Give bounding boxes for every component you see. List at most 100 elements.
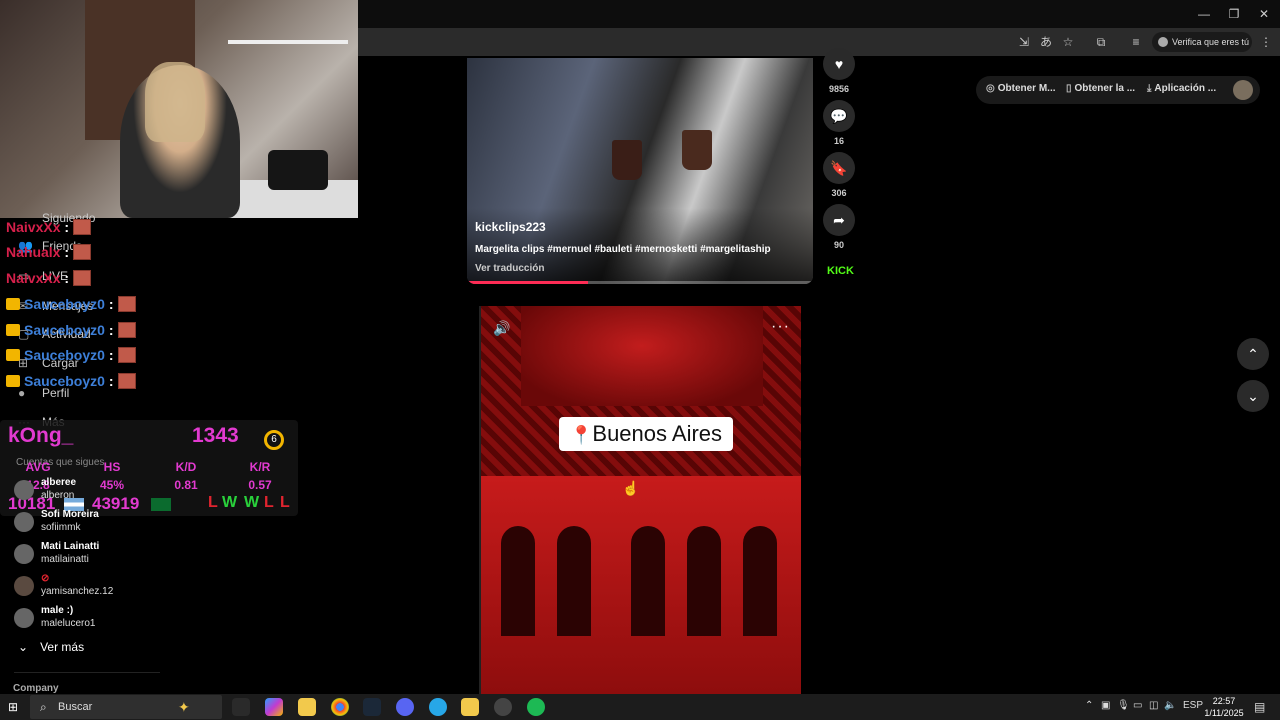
get-coins-button[interactable]: ◎ Obtener M... xyxy=(986,83,1056,94)
stats-overlay: kOng_ 1343 6 Cuentas que sigues AVG HS K… xyxy=(0,420,298,516)
maximize-button[interactable]: ❐ xyxy=(1220,4,1248,24)
user-avatar[interactable] xyxy=(1233,80,1253,100)
heart-icon[interactable]: ♥ xyxy=(823,48,855,80)
comment-icon[interactable]: 💬 xyxy=(823,100,855,132)
crown-icon xyxy=(6,324,20,336)
share-icon[interactable]: ➦ xyxy=(823,204,855,236)
avatar xyxy=(14,480,34,500)
match-result: L xyxy=(264,494,274,511)
flag-icon xyxy=(151,498,171,511)
get-app-button[interactable]: ▯ Obtener la ... xyxy=(1066,83,1135,94)
display-icon[interactable]: ▭ xyxy=(1133,700,1142,711)
next-video-button[interactable]: ⌄ xyxy=(1237,380,1269,412)
video-player-2[interactable]: 🔊 ··· 📍Buenos Aires xyxy=(479,306,801,694)
comment-action[interactable]: 💬 16 xyxy=(823,100,855,146)
close-button[interactable]: ✕ xyxy=(1250,4,1278,24)
stat-header: K/D xyxy=(175,460,197,474)
video-player[interactable]: kickclips223 Margelita clips #mernuel #b… xyxy=(467,58,813,284)
previous-video-button[interactable]: ⌃ xyxy=(1237,338,1269,370)
profile-icon xyxy=(1158,37,1168,47)
task-view-icon[interactable] xyxy=(232,698,250,716)
desktop-app-button[interactable]: ⤓ Aplicación ... xyxy=(1147,83,1216,94)
sound-icon[interactable]: 🔊 xyxy=(493,320,510,337)
translate-link[interactable]: Ver traducción xyxy=(475,263,544,274)
windows-start-icon[interactable]: ⊞ xyxy=(8,700,22,714)
match-result: W xyxy=(244,494,260,511)
verify-label: Verifica que eres tú xyxy=(1172,37,1250,47)
copilot-icon[interactable] xyxy=(265,698,283,716)
stat-value: 45% xyxy=(99,478,125,492)
chat-line: Sauceboyz0 : xyxy=(6,319,136,341)
install-icon[interactable]: ⇲ xyxy=(1016,34,1032,50)
elo-value: 1343 xyxy=(192,424,239,447)
match-result: W xyxy=(222,494,238,511)
webcam-overlay xyxy=(0,0,358,218)
telegram-icon[interactable] xyxy=(429,698,447,716)
kick-logo: KICK xyxy=(827,265,854,277)
chat-line: Sauceboyz0 : xyxy=(6,370,136,392)
video-caption: Margelita clips #mernuel #bauleti #merno… xyxy=(475,244,771,255)
player-name: kOng_ xyxy=(8,424,74,447)
crown-icon xyxy=(6,349,20,361)
chevron-up-icon[interactable]: ⌃ xyxy=(1085,700,1093,711)
video-progress[interactable] xyxy=(467,281,813,284)
chevron-down-icon: ⌄ xyxy=(18,640,29,654)
chevron-up-icon: ⌃ xyxy=(1247,346,1259,362)
file-explorer-icon[interactable] xyxy=(298,698,316,716)
extensions-icon[interactable]: ⧉ xyxy=(1093,34,1109,50)
wifi-icon[interactable]: ◫ xyxy=(1149,700,1158,711)
search-icon: ⌕ xyxy=(40,700,47,714)
app-icon[interactable] xyxy=(461,698,479,716)
obs-icon[interactable] xyxy=(494,698,512,716)
avatar xyxy=(14,576,34,596)
mic-icon[interactable]: 🎙 xyxy=(1117,700,1130,711)
discord-icon[interactable] xyxy=(396,698,414,716)
match-result: L xyxy=(280,494,290,511)
company-link[interactable]: Company xyxy=(13,683,59,694)
crown-icon xyxy=(6,298,20,310)
pin-icon: 📍 xyxy=(569,425,593,445)
more-options-icon[interactable]: ··· xyxy=(771,318,790,336)
spotify-icon[interactable] xyxy=(527,698,545,716)
translate-icon[interactable]: あ xyxy=(1038,34,1054,50)
chat-line: NaivxXx : xyxy=(6,216,92,238)
chat-line: Sauceboyz0 : xyxy=(6,344,136,366)
stat-value: 0.81 xyxy=(174,478,198,492)
chevron-down-icon: ⌄ xyxy=(1247,388,1259,404)
menu-icon[interactable]: ⋮ xyxy=(1258,34,1274,50)
clock[interactable]: 22:57 1/11/2025 xyxy=(1203,695,1245,719)
chrome-icon[interactable] xyxy=(331,698,349,716)
level-badge: 6 xyxy=(264,430,284,450)
notifications-icon[interactable]: ▤ xyxy=(1254,700,1265,714)
video-author[interactable]: kickclips223 xyxy=(475,220,546,234)
save-action[interactable]: 🔖 306 xyxy=(823,152,855,198)
verify-profile-button[interactable]: Verifica que eres tú xyxy=(1152,32,1252,52)
volume-icon[interactable]: 🔈 xyxy=(1164,700,1176,711)
reading-list-icon[interactable]: ≡ xyxy=(1128,34,1144,50)
language-indicator[interactable]: ESP xyxy=(1183,700,1203,711)
share-action[interactable]: ➦ 90 xyxy=(823,204,855,250)
stat-number: 43919 xyxy=(92,494,140,513)
star-icon[interactable]: ☆ xyxy=(1060,34,1076,50)
crown-icon xyxy=(6,375,20,387)
avatar xyxy=(14,608,34,628)
avatar xyxy=(14,512,34,532)
stat-header: HS xyxy=(103,460,121,474)
stat-header: K/R xyxy=(249,460,271,474)
bookmark-icon[interactable]: 🔖 xyxy=(823,152,855,184)
stat-header: AVG xyxy=(25,460,51,474)
like-action[interactable]: ♥ 9856 xyxy=(823,48,855,94)
minimize-button[interactable]: — xyxy=(1190,4,1218,24)
avatar xyxy=(14,544,34,564)
network-icon[interactable]: ▣ xyxy=(1101,700,1110,711)
taskbar-search[interactable]: ⌕ Buscar ✦ xyxy=(30,695,222,719)
chat-line: Nahualx : xyxy=(6,241,92,263)
chat-line: NaivxXx : xyxy=(6,267,92,289)
coin-icon: ◎ xyxy=(986,83,995,94)
divider xyxy=(14,672,160,673)
phone-icon: ▯ xyxy=(1066,83,1072,94)
download-icon: ⤓ xyxy=(1147,83,1152,94)
steam-icon[interactable] xyxy=(363,698,381,716)
mouse-cursor: ☝ xyxy=(622,480,640,496)
see-more-button[interactable]: ⌄ Ver más xyxy=(18,640,84,654)
